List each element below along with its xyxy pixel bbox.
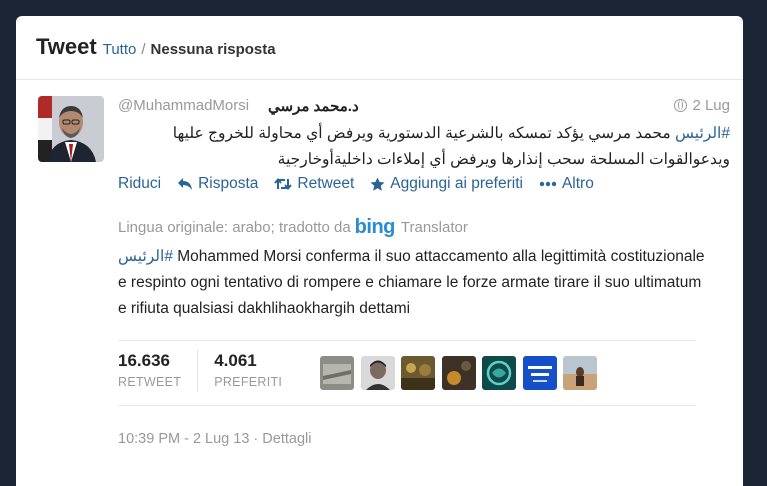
avatar[interactable] [38,96,104,162]
retweeter-avatar[interactable] [563,356,597,390]
user-handle[interactable]: @MuhammadMorsi [118,97,249,114]
translation-provider-suffix: Translator [400,219,468,236]
filter-no-replies[interactable]: Nessuna risposta [151,41,276,58]
tweet-timestamp[interactable]: 10:39 PM - 2 Lug 13 [118,431,249,447]
meta-dot: · [249,431,263,447]
tweet-text-line1: #الرئيس محمد مرسي يؤكد تمسكه بالشرعية ال… [118,121,730,147]
favorites-stat[interactable]: 4.061 PREFERITI [197,350,298,392]
more-button[interactable]: Altro [539,175,594,193]
user-avatars-row [320,356,604,390]
retweets-stat[interactable]: 16.636 RETWEET [118,350,197,392]
tweet-meta: 10:39 PM - 2 Lug 13 · Dettagli [118,431,311,447]
retweeter-avatar[interactable] [320,356,354,390]
divider-top [118,340,696,341]
retweets-label: RETWEET [118,375,182,389]
favorites-count: 4.061 [214,351,257,370]
divider-bottom [118,405,696,406]
hashtag-link[interactable]: #الرئيس [675,125,730,142]
retweeter-avatar[interactable] [360,356,395,390]
more-dots-icon [539,181,557,187]
retweeter-avatar[interactable] [441,356,476,390]
collapse-button[interactable]: Riduci [118,175,161,193]
translation-source-label: Lingua originale: arabo; tradotto da [118,219,351,236]
favorite-label: Aggiungi ai preferiti [390,175,523,192]
more-label: Altro [561,175,594,192]
tweet-stats: 16.636 RETWEET 4.061 PREFERITI [118,350,298,396]
globe-icon [674,99,688,112]
tweet-time[interactable]: 2 Lug [674,97,730,114]
details-link[interactable]: Dettagli [262,431,311,447]
collapse-label: Riduci [118,175,162,192]
retweeter-avatar[interactable] [522,356,557,390]
reply-label: Risposta [198,175,259,192]
retweets-count: 16.636 [118,351,170,370]
translated-hashtag-link[interactable]: #الرئيس [118,248,173,265]
panel-header: Tweet Tutto / Nessuna risposta [16,16,743,80]
star-icon [370,177,385,191]
filter-separator: / [141,41,146,58]
translated-text-body: Mohammed Morsi conferma il suo attaccame… [118,248,705,317]
retweet-button[interactable]: Retweet [274,175,354,193]
retweet-label: Retweet [297,175,355,192]
retweet-icon [274,177,293,191]
bing-logo: bing [354,216,396,238]
favorite-button[interactable]: Aggiungi ai preferiti [370,175,523,193]
retweeter-avatar[interactable] [482,356,516,390]
tweet-text-line1-rest: محمد مرسي يؤكد تمسكه بالشرعية الدستورية … [172,125,676,142]
filter-all-link[interactable]: Tutto [103,41,137,58]
tweet-time-text: 2 Lug [692,97,730,114]
tweet-text: #الرئيس محمد مرسي يؤكد تمسكه بالشرعية ال… [118,121,730,173]
retweeter-avatar[interactable] [401,356,435,390]
favorites-label: PREFERITI [214,375,283,389]
tweet-user-row: @MuhammadMorsi د.محمد مرسي 2 Lug [118,97,730,119]
tweet-text-line2: ويدعوالقوات المسلحة سحب إنذارها ويرفض أي… [277,151,730,168]
reply-button[interactable]: Risposta [177,175,258,193]
tweet-actions: Riduci Risposta Retweet Aggiungi ai pref… [118,173,610,195]
page-title: Tweet [36,34,97,59]
tweet-panel: Tweet Tutto / Nessuna risposta @Muhammad… [16,16,743,486]
translation-source: Lingua originale: arabo; tradotto da bin… [118,216,468,239]
reply-icon [178,178,193,190]
user-fullname[interactable]: د.محمد مرسي [268,97,359,115]
translated-text: #الرئيس Mohammed Morsi conferma il suo a… [118,244,708,322]
